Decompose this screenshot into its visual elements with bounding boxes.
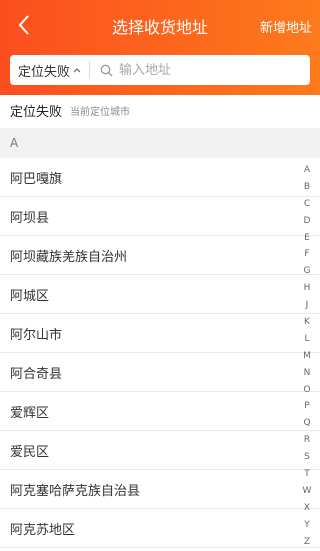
header-bar: 选择收货地址 新增地址 定位失败 [0,0,320,95]
current-location-status[interactable]: 定位失败 [10,101,62,120]
index-letter[interactable]: W [303,483,312,500]
search-icon [100,64,113,76]
section-header-a: A [0,128,320,158]
index-letter[interactable]: N [304,365,311,382]
index-letter[interactable]: F [304,246,309,263]
location-dropdown[interactable]: 定位失败 [10,61,91,80]
index-letter[interactable]: L [304,331,309,348]
alphabet-index: A B C D E F G H J K L M N O P Q R S T W … [300,162,314,550]
index-letter[interactable]: K [304,314,310,331]
index-letter[interactable]: Y [304,517,310,534]
index-letter[interactable]: H [304,280,311,297]
index-letter[interactable]: Q [303,415,310,432]
location-status-label: 定位失败 [18,64,71,80]
index-letter[interactable]: D [304,213,311,230]
search-input[interactable] [119,62,290,78]
index-letter[interactable]: G [304,263,311,280]
city-list: 阿巴嘎旗 阿坝县 阿坝藏族羌族自治州 阿城区 阿尔山市 阿合奇县 爱辉区 爱民区… [0,158,320,548]
index-letter[interactable]: E [304,230,310,247]
search-field-wrapper [90,55,310,85]
index-letter[interactable]: T [304,466,310,483]
list-item[interactable]: 阿城区 [0,275,320,314]
index-letter[interactable]: X [304,500,310,517]
index-letter[interactable]: P [304,398,309,415]
index-letter[interactable]: S [304,449,310,466]
index-letter[interactable]: O [303,382,310,399]
list-item[interactable]: 阿克苏地区 [0,509,320,548]
list-item[interactable]: 爱民区 [0,431,320,470]
index-letter[interactable]: B [304,179,310,196]
list-item[interactable]: 阿克塞哈萨克族自治县 [0,470,320,509]
index-letter[interactable]: Z [304,534,310,551]
chevron-up-icon [73,68,81,73]
search-bar: 定位失败 [10,55,310,85]
list-item[interactable]: 爱辉区 [0,392,320,431]
list-item[interactable]: 阿巴嘎旗 [0,158,320,197]
list-item[interactable]: 阿坝县 [0,197,320,236]
index-letter[interactable]: R [304,432,310,449]
current-location-row: 定位失败 当前定位城市 [0,95,320,125]
index-letter[interactable]: M [303,348,311,365]
index-letter[interactable]: J [306,297,309,314]
add-address-button[interactable]: 新增地址 [260,17,312,36]
current-location-hint: 当前定位城市 [70,106,131,118]
list-item[interactable]: 阿合奇县 [0,353,320,392]
index-letter[interactable]: C [304,196,310,213]
index-letter[interactable]: A [304,162,310,179]
list-item[interactable]: 阿坝藏族羌族自治州 [0,236,320,275]
list-item[interactable]: 阿尔山市 [0,314,320,353]
